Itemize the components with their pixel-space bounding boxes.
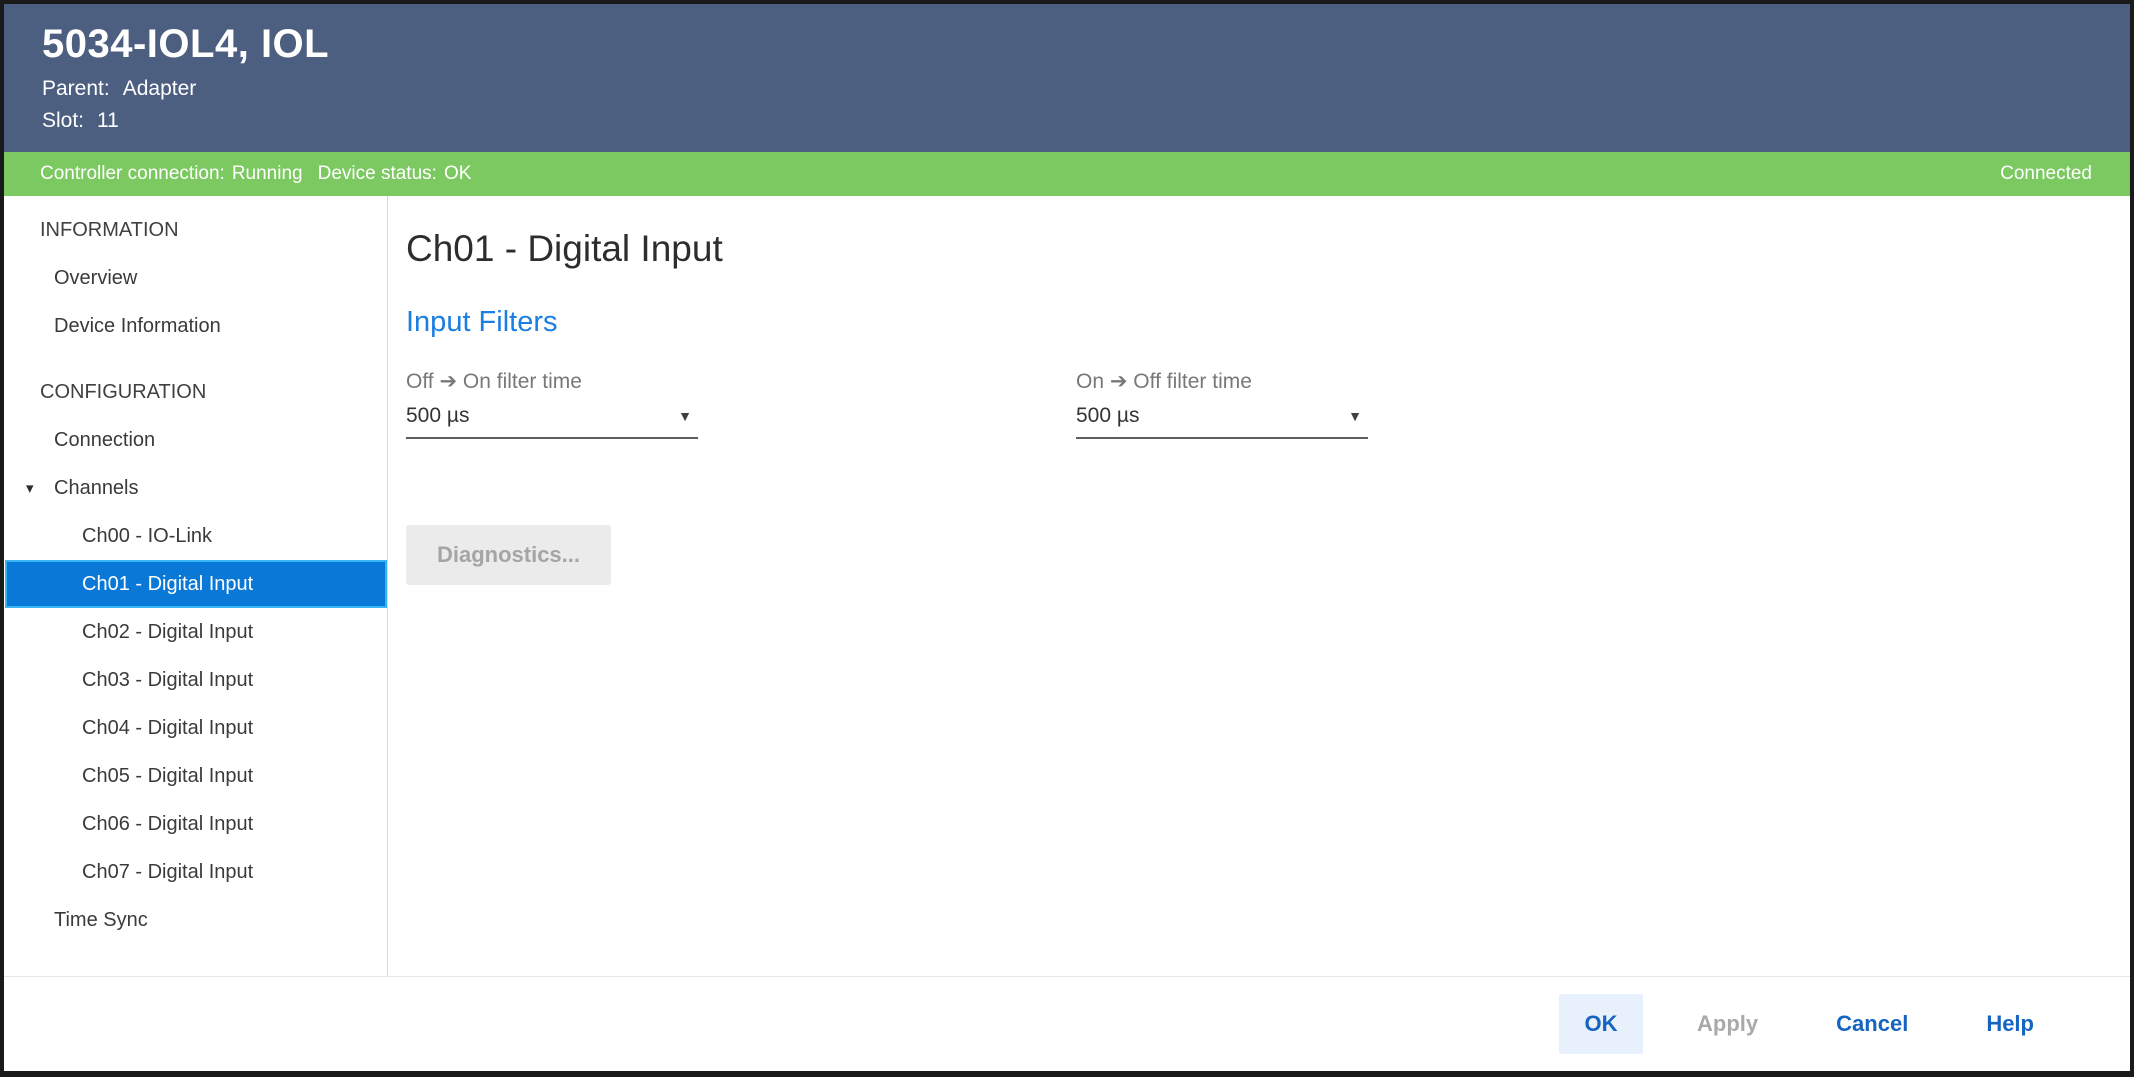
footer-button-bar: OK Apply Cancel Help (4, 976, 2130, 1071)
module-properties-window: 5034-IOL4, IOL Parent: Adapter Slot: 11 … (0, 0, 2134, 1077)
help-button[interactable]: Help (1962, 994, 2058, 1054)
sidebar-item-ch01-digital-input[interactable]: Ch01 - Digital Input (5, 560, 387, 608)
off-to-on-filter-value: 500 µs (406, 404, 469, 428)
sidebar-item-time-sync[interactable]: Time Sync (4, 896, 387, 944)
slot-row: Slot: 11 (42, 109, 2090, 133)
cancel-button[interactable]: Cancel (1812, 994, 1932, 1054)
sidebar-item-ch03-digital-input[interactable]: Ch03 - Digital Input (4, 656, 387, 704)
apply-button[interactable]: Apply (1673, 994, 1782, 1054)
device-status-value: OK (444, 163, 471, 185)
controller-connection-label: Controller connection: (40, 163, 225, 185)
sidebar-section-information: INFORMATION (4, 206, 387, 254)
off-to-on-filter-field: Off ➔ On filter time 500 µs ▼ (406, 369, 698, 439)
sidebar-item-device-information[interactable]: Device Information (4, 302, 387, 350)
filter-fields: Off ➔ On filter time 500 µs ▼ On ➔ Off f… (406, 369, 2100, 439)
sidebar-section-configuration: CONFIGURATION (4, 368, 387, 416)
sidebar-item-channels[interactable]: ▾ Channels (4, 464, 387, 512)
chevron-down-icon[interactable]: ▾ (26, 479, 54, 497)
sidebar-item-connection[interactable]: Connection (4, 416, 387, 464)
on-to-off-filter-dropdown[interactable]: 500 µs ▼ (1076, 404, 1368, 439)
parent-row: Parent: Adapter (42, 77, 2090, 101)
input-filters-heading: Input Filters (406, 306, 2100, 339)
controller-connection-status: Controller connection: Running (40, 163, 303, 185)
parent-label: Parent: (42, 77, 110, 101)
sidebar-item-ch05-digital-input[interactable]: Ch05 - Digital Input (4, 752, 387, 800)
parent-value: Adapter (123, 77, 197, 101)
body: INFORMATION Overview Device Information … (4, 196, 2130, 976)
ok-button[interactable]: OK (1559, 994, 1643, 1054)
off-to-on-filter-label: Off ➔ On filter time (406, 369, 698, 394)
controller-connection-value: Running (232, 163, 303, 185)
channel-title: Ch01 - Digital Input (406, 228, 2100, 270)
header: 5034-IOL4, IOL Parent: Adapter Slot: 11 (4, 4, 2130, 152)
sidebar-item-ch00-io-link[interactable]: Ch00 - IO-Link (4, 512, 387, 560)
sidebar-item-ch02-digital-input[interactable]: Ch02 - Digital Input (4, 608, 387, 656)
device-status-label: Device status: (318, 163, 437, 185)
status-bar: Controller connection: Running Device st… (4, 152, 2130, 196)
sidebar-item-overview[interactable]: Overview (4, 254, 387, 302)
sidebar-item-ch04-digital-input[interactable]: Ch04 - Digital Input (4, 704, 387, 752)
sidebar-item-ch07-digital-input[interactable]: Ch07 - Digital Input (4, 848, 387, 896)
off-to-on-filter-dropdown[interactable]: 500 µs ▼ (406, 404, 698, 439)
sidebar-nav: INFORMATION Overview Device Information … (4, 196, 388, 976)
on-to-off-filter-value: 500 µs (1076, 404, 1139, 428)
dropdown-arrow-icon[interactable]: ▼ (678, 408, 698, 424)
dropdown-arrow-icon[interactable]: ▼ (1348, 408, 1368, 424)
slot-value: 11 (97, 109, 119, 133)
connection-state-badge: Connected (2000, 163, 2092, 185)
device-status: Device status: OK (318, 163, 472, 185)
on-to-off-filter-label: On ➔ Off filter time (1076, 369, 1368, 394)
page-title: 5034-IOL4, IOL (42, 22, 2090, 67)
slot-label: Slot: (42, 109, 84, 133)
main-panel: Ch01 - Digital Input Input Filters Off ➔… (388, 196, 2130, 976)
on-to-off-filter-field: On ➔ Off filter time 500 µs ▼ (1076, 369, 1368, 439)
diagnostics-button[interactable]: Diagnostics... (406, 525, 611, 585)
sidebar-item-ch06-digital-input[interactable]: Ch06 - Digital Input (4, 800, 387, 848)
